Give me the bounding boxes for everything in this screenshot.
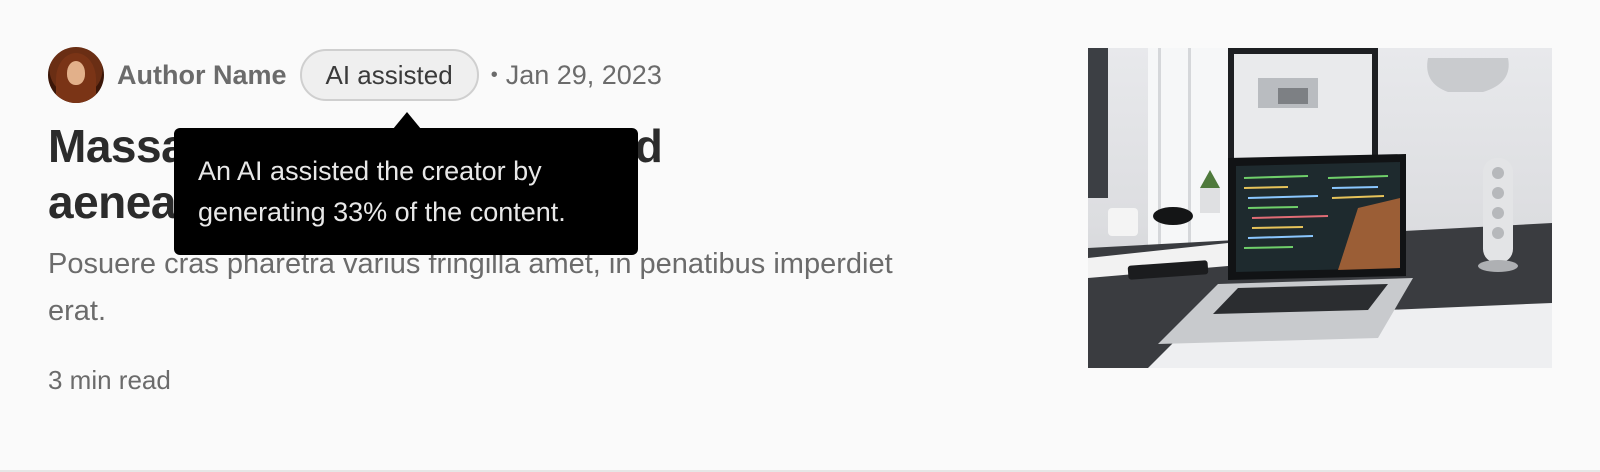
article-card[interactable]: Author Name AI assisted • Jan 29, 2023 M… (0, 0, 1600, 472)
meta-separator: • (490, 63, 498, 86)
tooltip-arrow (393, 112, 421, 129)
publish-date: Jan 29, 2023 (505, 59, 662, 90)
article-thumbnail[interactable] (1088, 48, 1552, 368)
ai-assisted-tooltip: An AI assisted the creator by generating… (174, 128, 638, 255)
ai-assisted-badge[interactable]: AI assisted (299, 49, 479, 101)
author-avatar[interactable] (48, 47, 104, 103)
avatar-face (67, 61, 85, 85)
read-time: 3 min read (48, 365, 171, 395)
author-name[interactable]: Author Name (117, 60, 287, 91)
laptop-desk-photo-icon (1088, 48, 1552, 368)
article-meta: Author Name AI assisted • Jan 29, 2023 (48, 47, 662, 103)
article-subtitle: Posuere cras pharetra varius fringilla a… (48, 248, 893, 327)
